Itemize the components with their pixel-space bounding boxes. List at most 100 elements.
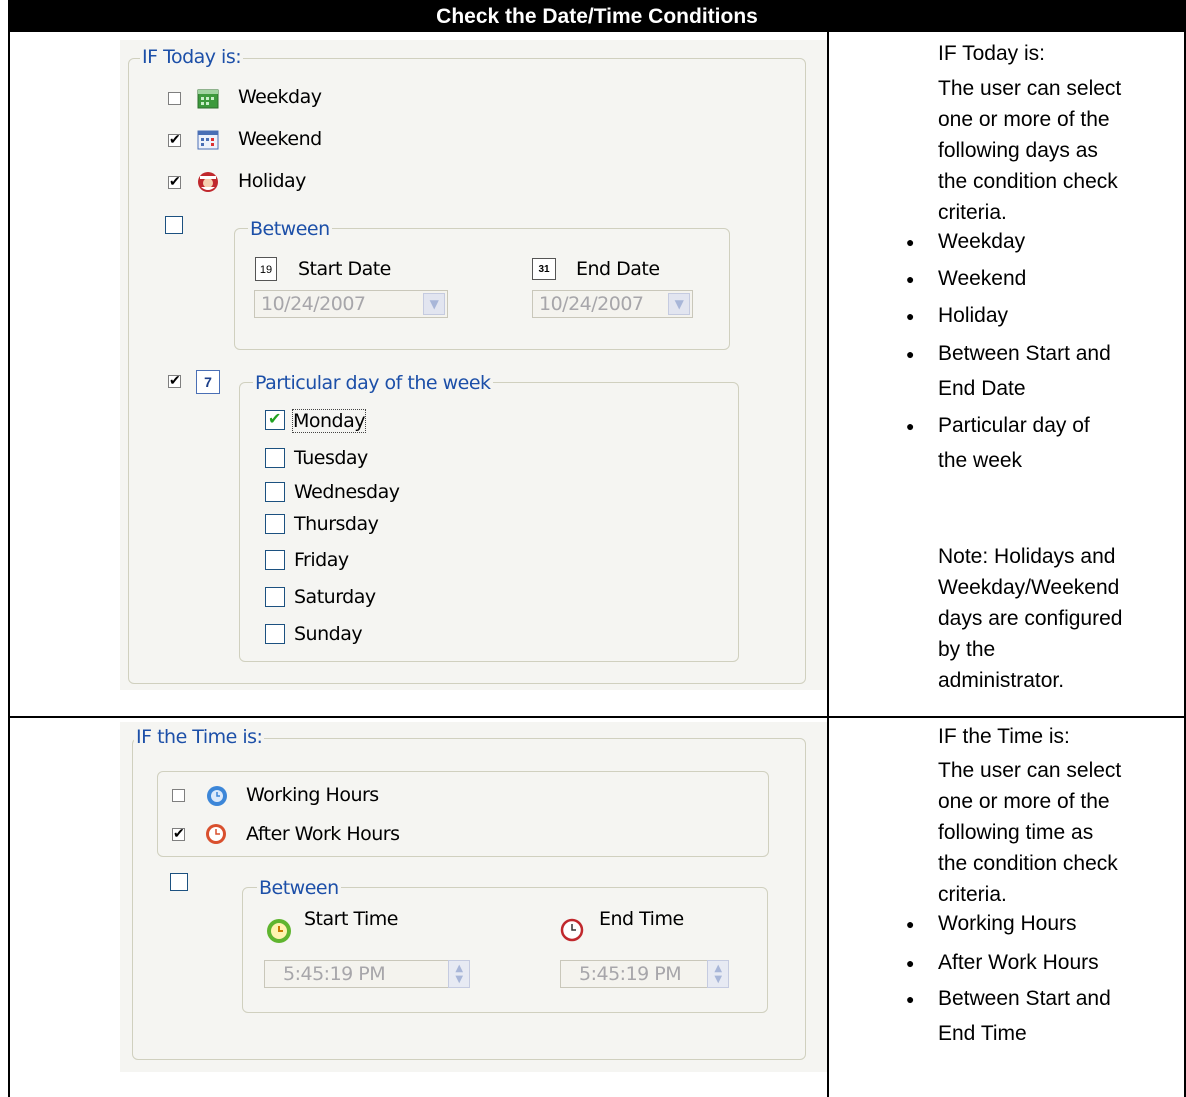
note-line: Note: Holidays and: [938, 545, 1116, 568]
end-date-label: End Date: [576, 258, 660, 280]
date-intro-line: The user can select: [938, 77, 1122, 100]
start-time-label: Start Time: [304, 908, 398, 930]
if-time-title: IF the Time is:: [134, 726, 265, 748]
between-times-group: [242, 887, 768, 1013]
time-description-intro: The user can select one or more of the f…: [938, 755, 1121, 910]
working-hours-checkbox[interactable]: [172, 789, 185, 802]
time-bullet-item: ● Between Start and: [906, 987, 1111, 1010]
weekend-label: Weekend: [238, 128, 322, 150]
date-bullet-continuation: End Date: [938, 371, 1026, 407]
weekday-checkbox[interactable]: [168, 92, 181, 105]
table-row-divider: [8, 716, 1186, 718]
start-time-spinner[interactable]: 5:45:19 PM ▲ ▼: [264, 960, 470, 988]
particular-day-checkbox[interactable]: [168, 372, 181, 389]
start-date-label: Start Date: [298, 258, 391, 280]
start-date-dropdown-icon[interactable]: ▼: [423, 293, 445, 315]
if-today-title: IF Today is:: [140, 46, 244, 68]
weekend-calendar-icon: [197, 130, 219, 150]
wednesday-label: Wednesday: [294, 481, 400, 503]
end-date-value: 10/24/2007: [539, 293, 644, 315]
particular-day-title: Particular day of the week: [253, 372, 493, 394]
after-work-hours-clock-icon: [206, 824, 226, 844]
after-work-hours-checkbox[interactable]: [172, 825, 185, 842]
monday-label: Monday: [291, 409, 367, 433]
time-condition-panel: IF the Time is: Working Hours After Work…: [120, 722, 827, 1072]
date-bullet-continuation: the week: [938, 443, 1022, 479]
note-line: Weekday/Weekend: [938, 576, 1120, 599]
date-bullet-item: ● Between Start and: [906, 342, 1111, 365]
saturday-label: Saturday: [294, 586, 376, 608]
thursday-label: Thursday: [294, 513, 379, 535]
sunday-label: Sunday: [294, 623, 363, 645]
end-date-calendar-icon: 31: [532, 258, 556, 280]
start-date-icon-number: 19: [259, 264, 273, 276]
table-column-divider: [827, 32, 829, 1097]
end-date-picker[interactable]: 10/24/2007 ▼: [532, 290, 693, 318]
tuesday-checkbox[interactable]: [265, 448, 285, 468]
time-bullet-text: Working Hours: [938, 912, 1077, 935]
date-bullet-text: End Date: [938, 377, 1026, 400]
between-times-title: Between: [257, 877, 341, 899]
start-date-calendar-icon: 19: [255, 257, 277, 281]
between-dates-group: [234, 228, 730, 350]
weekday-number-icon: 7: [196, 370, 220, 394]
time-intro-line: one or more of the: [938, 790, 1110, 813]
time-bullet-item: ● After Work Hours: [906, 951, 1099, 974]
date-intro-line: following days as: [938, 139, 1098, 162]
time-bullet-text: After Work Hours: [938, 951, 1099, 974]
date-intro-line: one or more of the: [938, 108, 1110, 131]
start-time-spin-buttons[interactable]: ▲ ▼: [448, 960, 470, 988]
time-intro-line: following time as: [938, 821, 1094, 844]
saturday-checkbox[interactable]: [265, 587, 285, 607]
friday-label: Friday: [294, 549, 349, 571]
weekday-calendar-icon: [197, 89, 219, 109]
date-bullet-text: Weekend: [938, 267, 1027, 290]
date-condition-panel: IF Today is: Weekday Weekend Holiday Bet…: [120, 40, 827, 690]
time-intro-line: the condition check: [938, 852, 1118, 875]
date-bullet-text: the week: [938, 449, 1023, 472]
start-date-picker[interactable]: 10/24/2007 ▼: [254, 290, 448, 318]
date-bullet-item: ● Weekend: [906, 267, 1027, 290]
note-line: administrator.: [938, 669, 1065, 692]
wednesday-checkbox[interactable]: [265, 482, 285, 502]
end-time-label: End Time: [599, 908, 684, 930]
end-time-alarm-icon: [560, 918, 584, 942]
working-hours-label: Working Hours: [246, 784, 379, 806]
thursday-checkbox[interactable]: [265, 514, 285, 534]
end-time-spin-buttons[interactable]: ▲ ▼: [707, 960, 729, 988]
date-description-intro: The user can select one or more of the f…: [938, 73, 1121, 228]
tuesday-label: Tuesday: [294, 447, 368, 469]
start-time-alarm-icon: [267, 919, 291, 943]
between-dates-checkbox[interactable]: [165, 216, 183, 234]
friday-checkbox[interactable]: [265, 550, 285, 570]
time-bullet-continuation: End Time: [938, 1016, 1027, 1052]
start-time-value: 5:45:19 PM: [283, 963, 386, 985]
date-bullet-item: ● Particular day of: [906, 414, 1090, 437]
date-bullet-text: Particular day of: [938, 414, 1090, 437]
end-date-dropdown-icon[interactable]: ▼: [668, 293, 690, 315]
holiday-santa-icon: [198, 172, 218, 192]
end-time-value: 5:45:19 PM: [579, 963, 682, 985]
end-time-spinner[interactable]: 5:45:19 PM ▲ ▼: [560, 960, 729, 988]
weekday-label: Weekday: [238, 86, 322, 108]
date-bullet-item: ● Holiday: [906, 304, 1009, 327]
holiday-label: Holiday: [238, 170, 306, 192]
working-hours-clock-icon: [207, 786, 227, 806]
date-bullet-text: Holiday: [938, 304, 1009, 327]
between-times-checkbox[interactable]: [170, 873, 188, 891]
end-date-icon-number: 31: [538, 264, 550, 275]
weekend-checkbox[interactable]: [168, 131, 181, 148]
table-border-left: [8, 32, 10, 1097]
date-description-heading: IF Today is:: [938, 42, 1045, 65]
note-line: by the: [938, 638, 996, 661]
holiday-checkbox[interactable]: [168, 173, 181, 190]
date-intro-line: the condition check: [938, 170, 1118, 193]
monday-checkbox[interactable]: [265, 409, 285, 430]
time-intro-line: The user can select: [938, 759, 1122, 782]
weekday-number-icon-text: 7: [204, 374, 212, 390]
sunday-checkbox[interactable]: [265, 624, 285, 644]
table-header: Check the Date/Time Conditions: [8, 0, 1186, 32]
time-bullet-text: End Time: [938, 1022, 1027, 1045]
after-work-hours-label: After Work Hours: [246, 823, 400, 845]
date-bullet-item: ● Weekday: [906, 230, 1026, 253]
